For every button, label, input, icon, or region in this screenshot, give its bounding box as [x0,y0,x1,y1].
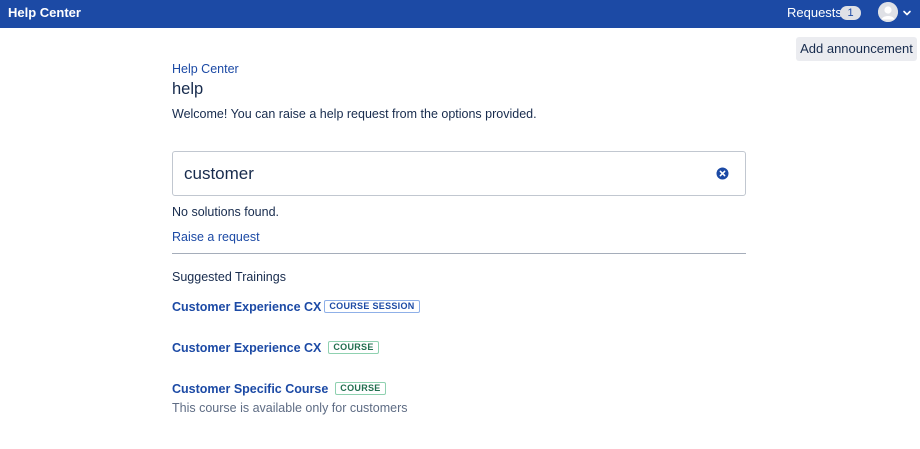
search-box [172,151,746,196]
suggested-trainings-heading: Suggested Trainings [172,270,286,284]
training-title-link[interactable]: Customer Specific Course [172,382,328,396]
training-title-link[interactable]: Customer Experience CX [172,341,321,355]
divider [172,253,746,254]
user-avatar-icon[interactable] [878,2,898,22]
search-input[interactable] [184,160,704,188]
chevron-down-icon[interactable] [901,6,913,18]
training-title-link[interactable]: Customer Experience CX [172,300,321,314]
course-tag: COURSE [328,341,379,355]
page-title: help [172,80,204,98]
help-center-home-link[interactable]: Help Center [8,0,81,26]
no-solutions-message: No solutions found. [172,205,280,219]
top-navigation-bar: Help Center Requests 1 [0,0,920,28]
training-item: Customer Specific Course COURSE This cour… [172,380,408,415]
requests-count-badge: 1 [840,6,861,20]
welcome-message: Welcome! You can raise a help request fr… [172,107,537,121]
course-tag: COURSE [335,382,386,396]
breadcrumb[interactable]: Help Center [172,62,239,76]
training-description: This course is available only for custom… [172,401,408,415]
raise-request-link[interactable]: Raise a request [172,230,260,244]
training-item: Customer Experience CX COURSE SESSION [172,298,420,316]
clear-search-icon[interactable] [716,167,729,180]
training-item: Customer Experience CX COURSE [172,339,379,357]
requests-link[interactable]: Requests [787,0,842,26]
add-announcement-button[interactable]: Add announcement [796,37,917,61]
course-session-tag: COURSE SESSION [324,300,420,314]
